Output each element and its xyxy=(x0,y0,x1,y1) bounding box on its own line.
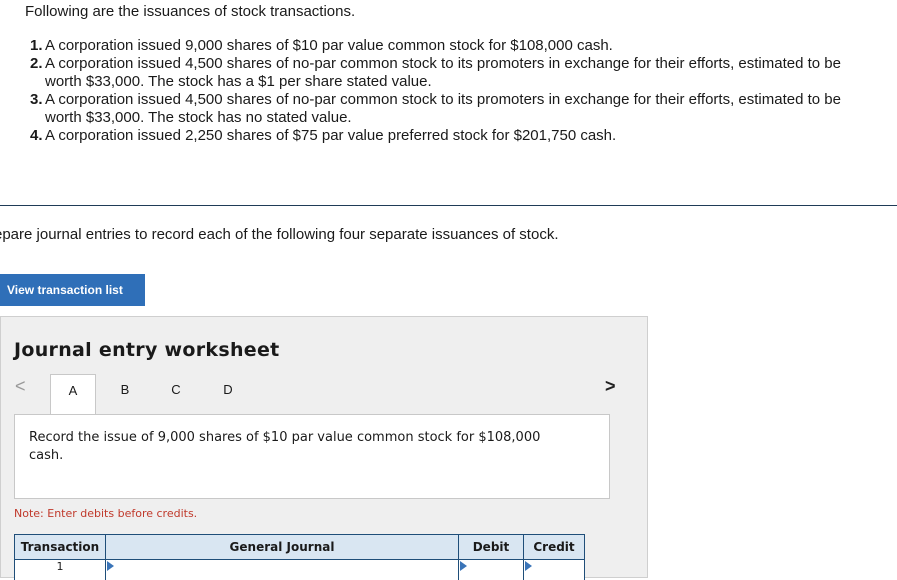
debit-input[interactable] xyxy=(459,560,524,580)
table-row: 1 xyxy=(15,560,585,580)
transaction-list: 1.A corporation issued 9,000 shares of $… xyxy=(30,37,875,145)
item-number: 3. xyxy=(30,91,43,109)
item-number: 2. xyxy=(30,55,43,73)
dropdown-marker-icon xyxy=(525,561,532,571)
journal-entry-worksheet: Journal entry worksheet < A B C D > Reco… xyxy=(0,316,648,578)
worksheet-title: Journal entry worksheet xyxy=(14,339,280,361)
item-text: A corporation issued 4,500 shares of no-… xyxy=(45,55,841,90)
instruction-text: epare journal entries to record each of … xyxy=(0,226,559,243)
intro-text: Following are the issuances of stock tra… xyxy=(25,3,355,20)
dropdown-marker-icon xyxy=(107,561,114,571)
tab-b[interactable]: B xyxy=(102,374,148,414)
header-transaction: Transaction xyxy=(15,535,106,560)
item-number: 4. xyxy=(30,127,43,145)
entry-note: Note: Enter debits before credits. xyxy=(14,507,197,520)
header-debit: Debit xyxy=(459,535,524,560)
previous-arrow-icon[interactable]: < xyxy=(15,376,26,397)
view-transaction-list-button[interactable]: View transaction list xyxy=(0,274,145,306)
next-arrow-icon[interactable]: > xyxy=(605,376,616,397)
worksheet-description: Record the issue of 9,000 shares of $10 … xyxy=(29,429,569,465)
journal-table: Transaction General Journal Debit Credit… xyxy=(14,534,585,580)
list-item: 4.A corporation issued 2,250 shares of $… xyxy=(30,127,875,145)
tab-d[interactable]: D xyxy=(205,374,251,414)
header-general-journal: General Journal xyxy=(106,535,459,560)
transaction-number: 1 xyxy=(15,560,106,580)
item-text: A corporation issued 4,500 shares of no-… xyxy=(45,91,841,126)
section-divider xyxy=(0,205,897,206)
tab-c[interactable]: C xyxy=(153,374,199,414)
header-credit: Credit xyxy=(524,535,585,560)
item-number: 1. xyxy=(30,37,43,55)
item-text: A corporation issued 9,000 shares of $10… xyxy=(45,37,613,54)
list-item: 1.A corporation issued 9,000 shares of $… xyxy=(30,37,875,55)
dropdown-marker-icon xyxy=(460,561,467,571)
tab-a[interactable]: A xyxy=(50,374,96,415)
credit-input[interactable] xyxy=(524,560,585,580)
worksheet-description-box: Record the issue of 9,000 shares of $10 … xyxy=(14,414,610,499)
list-item: 2.A corporation issued 4,500 shares of n… xyxy=(30,55,875,91)
item-text: A corporation issued 2,250 shares of $75… xyxy=(45,127,616,144)
list-item: 3.A corporation issued 4,500 shares of n… xyxy=(30,91,875,127)
general-journal-select[interactable] xyxy=(106,560,459,580)
